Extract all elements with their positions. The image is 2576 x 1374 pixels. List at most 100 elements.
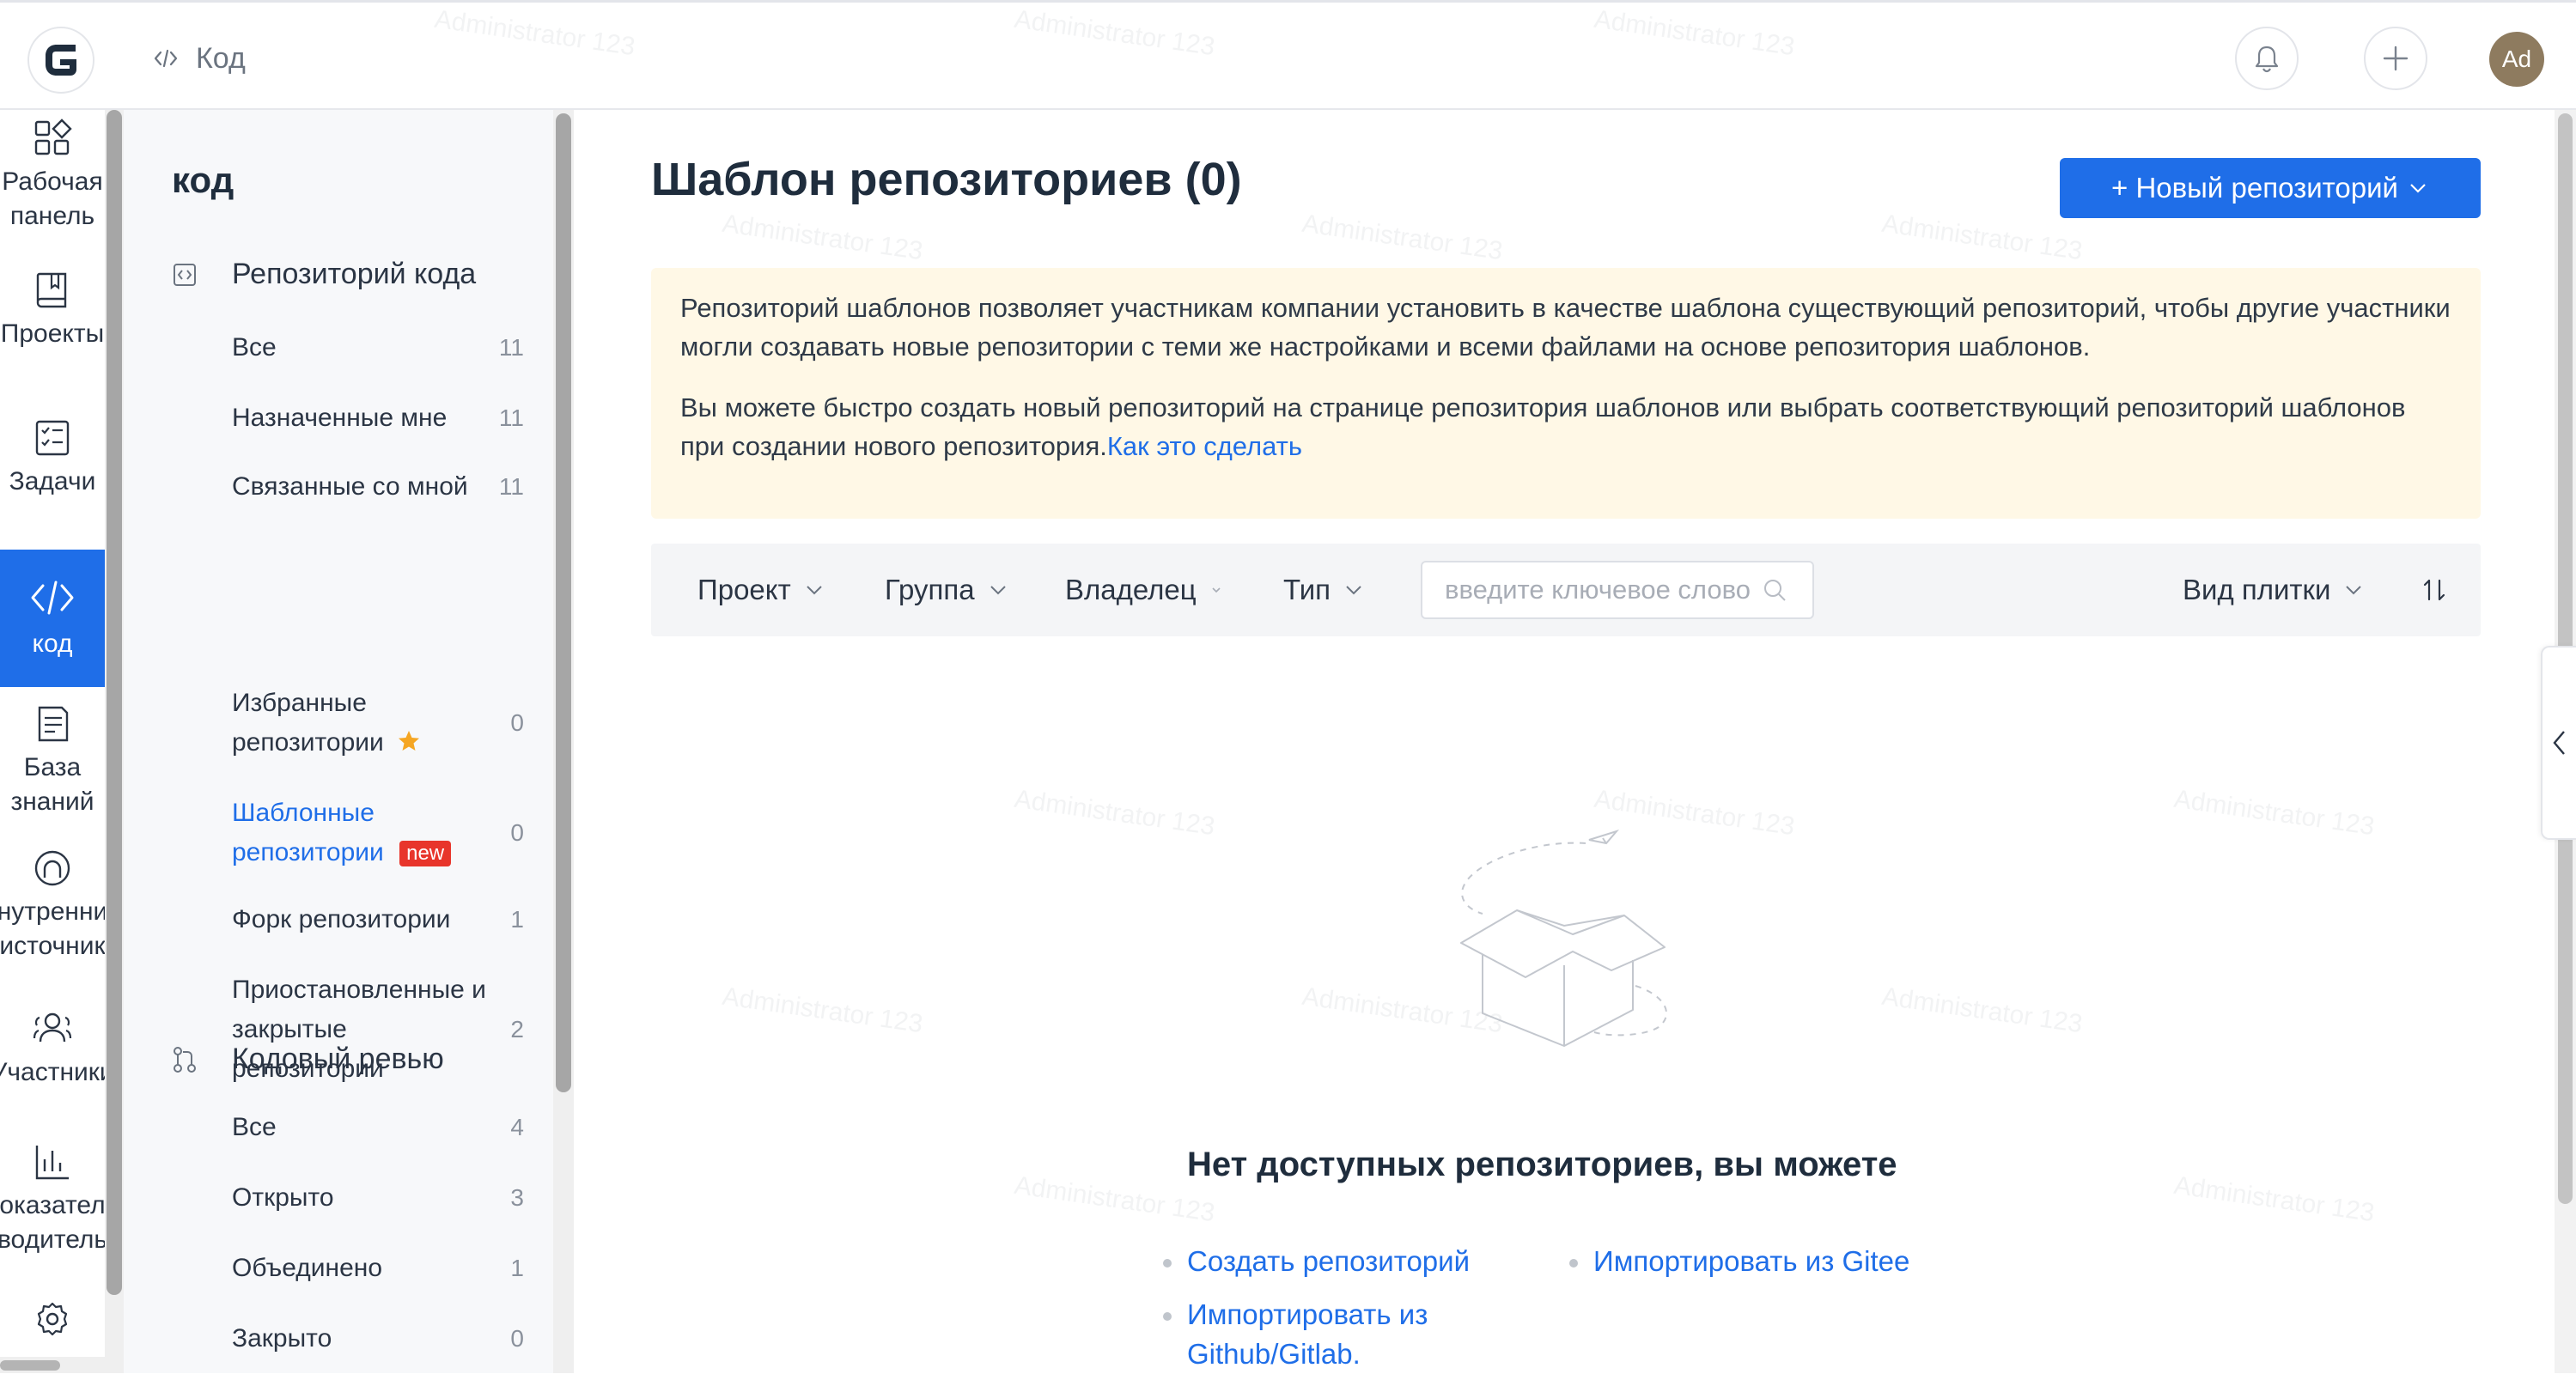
gitee-logo[interactable] (27, 27, 94, 94)
sidebar-item-favorites[interactable]: Избранные репозитории 0 (232, 684, 524, 763)
view-mode-dropdown[interactable]: Вид плитки (2183, 544, 2365, 636)
code-sidebar: код Репозиторий кода Все 11 Назначенные … (124, 110, 553, 1373)
filter-label: Проект (697, 574, 791, 605)
sidebar-item-review-merged[interactable]: Объединено 1 (232, 1249, 524, 1288)
notice-paragraph-2: Вы можете быстро создать новый репозитор… (680, 388, 2451, 465)
sidebar-item-review-closed[interactable]: Закрыто 0 (232, 1319, 524, 1359)
import-github-link[interactable]: Импортировать из Github/Gitlab. (1187, 1295, 1428, 1374)
notifications-button[interactable] (2235, 27, 2299, 90)
nav-code[interactable]: код (0, 550, 105, 687)
nav-label: Проекты (0, 319, 105, 348)
review-section-heading[interactable]: Кодовый ревью (172, 1043, 444, 1076)
nav-metrics[interactable]: оказател водитель (0, 1140, 105, 1261)
primary-nav: Рабочая панель Проекты Задачи код База з… (0, 110, 105, 1373)
nav-label: источник (0, 932, 105, 960)
code-icon (31, 581, 74, 615)
nav-tasks[interactable]: Задачи (0, 416, 105, 520)
bullet (1163, 1312, 1172, 1321)
sidebar-item-assigned[interactable]: Назначенные мне 11 (232, 398, 524, 438)
filter-owner-dropdown[interactable]: Владелец (1065, 544, 1224, 636)
filter-label: Владелец (1065, 574, 1197, 605)
item-label: Шаблонные репозитории (232, 799, 384, 866)
item-count: 1 (510, 1255, 524, 1281)
bullet (1569, 1259, 1578, 1268)
sidebar-scrollbar[interactable] (553, 110, 574, 1373)
filter-type-dropdown[interactable]: Тип (1283, 544, 1365, 636)
new-repo-button[interactable]: + Новый репозиторий (2060, 158, 2481, 218)
sidebar-item-all-repos[interactable]: Все 11 (232, 328, 524, 368)
nav-label: панель (9, 202, 95, 230)
chevron-down-icon (806, 586, 822, 595)
nav-dashboard[interactable]: Рабочая панель (0, 110, 105, 240)
collapse-panel-button[interactable] (2541, 646, 2576, 840)
create-button[interactable] (2364, 27, 2427, 90)
item-count: 4 (510, 1114, 524, 1140)
sidebar-item-related[interactable]: Связанные со мной 11 (232, 467, 524, 507)
chevron-down-icon (1346, 586, 1361, 595)
bullet (1163, 1259, 1172, 1268)
chevron-left-icon (2552, 731, 2565, 755)
sidebar-item-template-repos[interactable]: Шаблонные репозитории new 0 (232, 793, 524, 872)
search-icon[interactable] (1761, 576, 1788, 604)
filter-label: Группа (885, 574, 975, 605)
item-label: Форк репозитории (232, 905, 451, 933)
empty-state-title: Нет доступных репозиториев, вы можете (1187, 1146, 1897, 1183)
nav-label: База (23, 753, 82, 781)
chevron-down-icon (990, 586, 1006, 595)
chevron-down-icon (2410, 184, 2426, 193)
item-label: Все (232, 1113, 277, 1141)
sidebar-item-review-open[interactable]: Открыто 3 (232, 1178, 524, 1218)
sidebar-item-review-all[interactable]: Все 4 (232, 1108, 524, 1147)
import-gitee-link[interactable]: Импортировать из Gitee (1593, 1242, 1909, 1281)
section-label: Репозиторий кода (232, 258, 477, 290)
sidebar-item-forks[interactable]: Форк репозитории 1 (232, 900, 524, 939)
nav-label: код (32, 629, 73, 658)
filter-project-dropdown[interactable]: Проект (697, 544, 825, 636)
filter-bar: Проект Группа Владелец Тип Вид плитки (651, 544, 2481, 636)
template-info-notice: Репозиторий шаблонов позволяет участника… (651, 268, 2481, 519)
item-label: Все (232, 333, 277, 362)
create-repo-link[interactable]: Создать репозиторий (1187, 1242, 1470, 1281)
item-count: 2 (510, 1016, 524, 1043)
item-label: Объединено (232, 1254, 383, 1282)
search-input[interactable] (1443, 574, 1761, 606)
item-label: Связанные со мной (232, 472, 468, 501)
how-to-link[interactable]: Как это сделать (1107, 431, 1302, 461)
nav-label: Рабочая (2, 167, 103, 196)
nav-scrollbar[interactable] (105, 110, 124, 1373)
nav-horizontal-scrollbar[interactable] (0, 1357, 105, 1373)
filter-group-dropdown[interactable]: Группа (885, 544, 1009, 636)
nav-settings[interactable] (0, 1299, 105, 1351)
sort-icon (2423, 579, 2445, 601)
avatar[interactable]: Ad (2489, 32, 2544, 87)
chart-icon (35, 1146, 69, 1180)
chevron-down-icon (1212, 587, 1221, 593)
nav-knowledge-base[interactable]: База знаний (0, 702, 105, 823)
item-label: Избранные репозитории (232, 689, 384, 757)
nav-projects[interactable]: Проекты (0, 269, 105, 372)
item-count: 1 (510, 906, 524, 933)
chevron-down-icon (2346, 586, 2362, 595)
nav-label: нутренни (0, 897, 105, 926)
notice-text: Вы можете быстро создать новый репозитор… (680, 392, 2406, 461)
link-line: Импортировать из (1187, 1298, 1428, 1330)
section-label: Кодовый ревью (232, 1043, 444, 1075)
new-repo-label: + Новый репозиторий (2111, 172, 2398, 204)
nav-members[interactable]: Участники (0, 1007, 105, 1110)
nav-label: водитель (0, 1225, 105, 1254)
code-bracket-icon (174, 263, 196, 286)
view-label: Вид плитки (2183, 574, 2331, 605)
notice-paragraph: Репозиторий шаблонов позволяет участника… (680, 293, 2451, 362)
plus-icon (2383, 46, 2409, 71)
item-count: 0 (510, 709, 524, 736)
item-count: 11 (498, 334, 524, 361)
breadcrumb-label[interactable]: Код (196, 42, 246, 76)
bell-icon (2255, 46, 2279, 73)
document-icon (38, 706, 69, 742)
sort-button[interactable] (2421, 544, 2448, 636)
nav-internal-source[interactable]: нутренни источник (0, 847, 105, 976)
repos-section-heading[interactable]: Репозиторий кода (172, 258, 476, 291)
item-count: 0 (510, 1325, 524, 1352)
nav-label: Задачи (9, 467, 96, 495)
dashboard-icon (34, 119, 72, 155)
